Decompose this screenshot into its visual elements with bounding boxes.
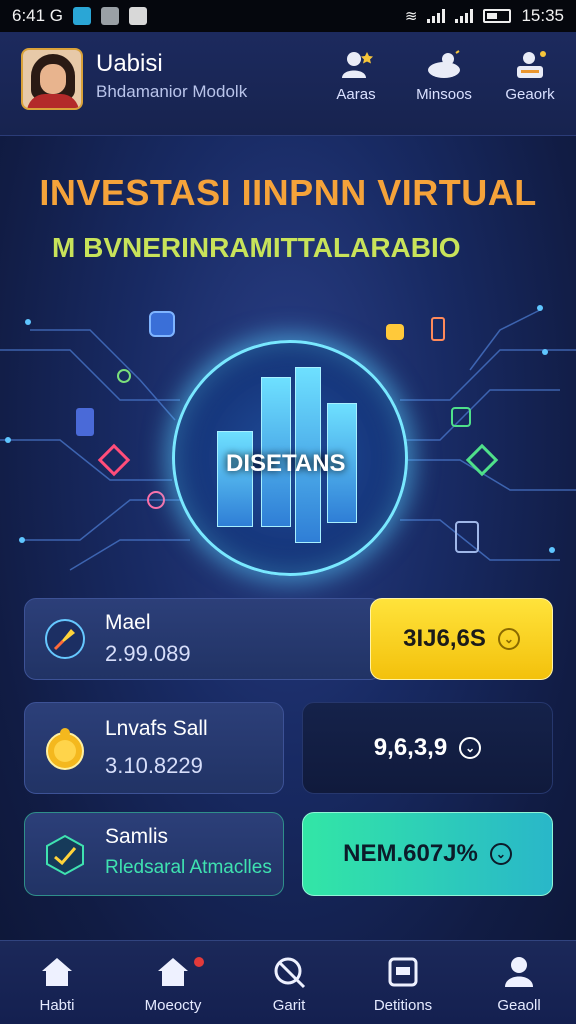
chart-check-icon [43,833,87,877]
investment-card[interactable]: Lnvafs Sall 3.10.8229 [24,702,284,794]
profile-subtitle: Bhdamanior Modolk [96,82,248,101]
bottom-nav-geaoll[interactable]: Geaoll [464,955,574,1014]
hero-badge-text: DISETANS [226,450,346,477]
header-nav-label: Minsoos [416,86,472,103]
amount-button[interactable]: NEM.607J% ⌄ [302,812,553,896]
bottom-nav-label: Garit [272,997,306,1014]
person-icon [464,955,574,989]
amount-button[interactable]: 9,6,3,9 ⌄ [302,702,553,794]
notification-badge [194,957,204,967]
profile-name: Uabisi [96,50,163,77]
signal-icon-2 [455,9,474,23]
page-title: INVESTASI IINPNN VIRTUAL [39,172,537,213]
amount-value: NEM.607J% [343,840,478,867]
amount-value: 3IJ6,6S [403,625,486,652]
investment-card[interactable]: Mael 2.99.089 [24,598,382,680]
bottom-nav-detitions[interactable]: Detitions [348,955,458,1014]
coin-icon [43,727,87,771]
search-slash-icon [234,955,344,989]
chevron-down-icon: ⌄ [459,737,482,759]
page-subtitle: M BVNERINRAMITTALARABIO [52,232,461,263]
hero-illustration: DISETANS [0,290,576,610]
wifi-icon: ≋ [404,8,418,25]
chevron-down-icon: ⌄ [497,628,520,650]
user-star-icon [316,50,396,80]
header-nav-label: Aaras [336,86,376,103]
amount-value: 9,6,3,9 [373,734,448,761]
app-notification-icon [73,7,92,25]
bottom-nav-label: Geaoll [497,997,541,1014]
chevron-down-icon: ⌄ [489,843,512,865]
battery-icon [483,9,512,23]
bottom-nav-moeocty[interactable]: Moeocty [118,955,228,1014]
avatar[interactable] [21,48,83,110]
status-bar: 6:41 G ≋ 15:35 [0,0,576,32]
bottom-nav-label: Habti [39,997,75,1014]
bottom-nav: Habti Moeocty Garit Detitions Geaoll [0,940,576,1024]
wallet-icon [348,955,458,989]
photo-notification-icon [101,7,120,25]
home-badge-icon [118,955,228,989]
card-value: 2.99.089 [105,641,191,666]
message-notification-icon [129,7,148,25]
status-time-left: 6:41 G [12,6,64,25]
home-icon [2,955,112,989]
cloud-user-icon [404,50,484,80]
header-nav-minsoos[interactable]: Minsoos [404,50,484,103]
hero-bar [217,431,253,527]
header-nav-geaork[interactable]: Geaork [490,50,570,103]
app-screen: 6:41 G ≋ 15:35 Uabisi Bhdamanior Modolk … [0,0,576,1024]
bottom-nav-label: Moeocty [144,997,202,1014]
header-nav-label: Geaork [505,86,555,103]
bottom-nav-garit[interactable]: Garit [234,955,344,1014]
card-title: Lnvafs Sall [105,717,208,740]
header-nav-aaras[interactable]: Aaras [316,50,396,103]
card-value: 3.10.8229 [105,753,203,778]
card-title: Mael [105,611,151,634]
bottom-nav-label: Detitions [373,997,433,1014]
card-value: Rledsaral Atmaclles [105,857,272,878]
app-header: Uabisi Bhdamanior Modolk Aaras Minsoos G… [0,32,576,136]
bottom-nav-habti[interactable]: Habti [2,955,112,1014]
card-title: Samlis [105,825,169,848]
status-time-right: 15:35 [521,6,564,25]
user-card-icon [490,50,570,80]
signal-icon [427,9,446,23]
amount-button[interactable]: 3IJ6,6S ⌄ [370,598,553,680]
investment-card[interactable]: Samlis Rledsaral Atmaclles [24,812,284,896]
compass-icon [43,617,87,661]
